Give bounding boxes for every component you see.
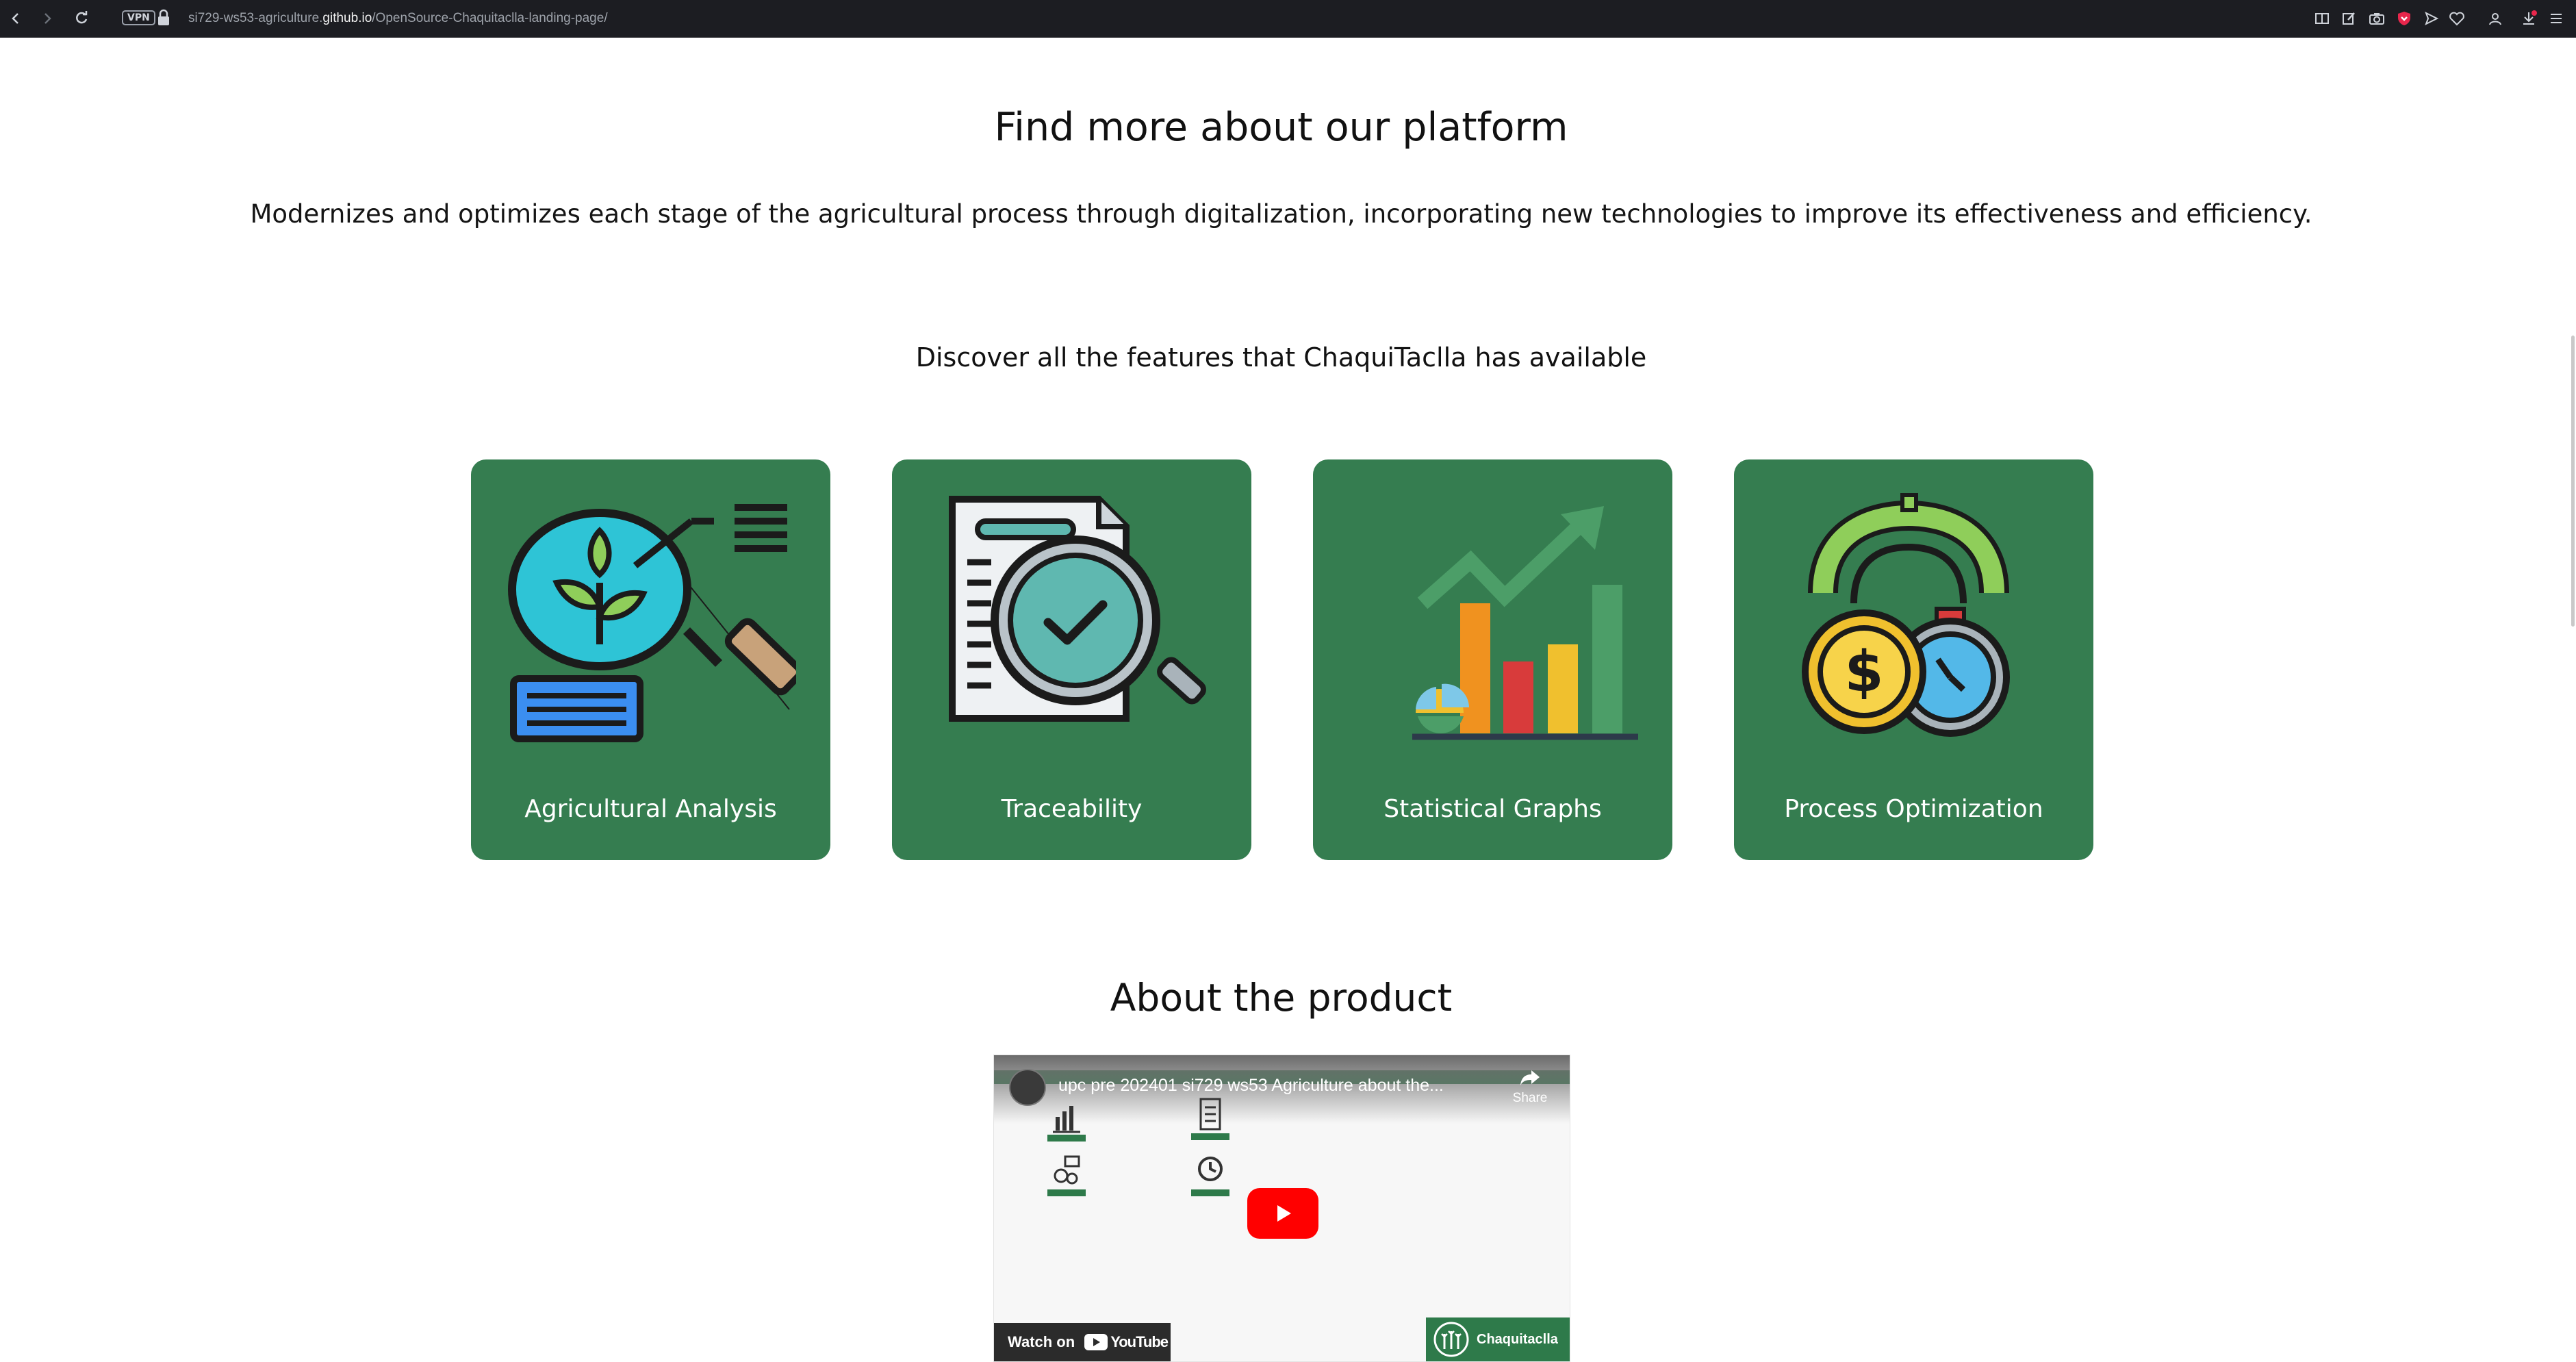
- chat-thumb-icon: [1046, 1151, 1087, 1196]
- wheat-logo-icon: [1433, 1322, 1469, 1357]
- send-icon[interactable]: [2420, 7, 2443, 30]
- url-prefix: si729-ws53-agriculture.: [188, 11, 323, 25]
- play-icon: [1277, 1205, 1291, 1222]
- browser-toolbar: VPN si729-ws53-agriculture.github.io/Ope…: [0, 0, 2576, 38]
- camera-icon[interactable]: [2365, 7, 2388, 30]
- url-path: /OpenSource-Chaquitaclla-landing-page/: [372, 11, 608, 25]
- video-title[interactable]: upc pre 202401 si729 ws53 Agriculture ab…: [1058, 1076, 1483, 1096]
- edit-icon[interactable]: [2338, 7, 2361, 30]
- page-content: Find more about our platform Modernizes …: [0, 38, 2576, 1362]
- share-button[interactable]: Share: [1509, 1068, 1551, 1106]
- address-bar[interactable]: si729-ws53-agriculture.github.io/OpenSou…: [188, 9, 608, 28]
- history-thumb-icon: [1190, 1151, 1231, 1196]
- feature-card-process-optimization[interactable]: $ Process Optimization: [1734, 459, 2093, 860]
- youtube-label: YouTube: [1110, 1333, 1169, 1350]
- url-host: github.io: [322, 11, 372, 25]
- watch-on-youtube-button[interactable]: Watch on YouTube: [994, 1323, 1171, 1361]
- share-label: Share: [1512, 1091, 1548, 1105]
- chart-thumb-icon: [1046, 1096, 1087, 1142]
- vpn-badge[interactable]: VPN: [122, 10, 155, 25]
- profile-icon[interactable]: [2484, 7, 2507, 30]
- plant-magnifier-icon: [508, 504, 796, 742]
- brand-label: Chaquitaclla: [1477, 1331, 1558, 1347]
- heart-icon[interactable]: [2445, 7, 2469, 30]
- back-icon[interactable]: [4, 7, 27, 30]
- document-magnifier-icon: [949, 496, 1206, 722]
- feature-label: Process Optimization: [1784, 795, 2043, 823]
- page-scrollbar[interactable]: [2569, 38, 2576, 1362]
- product-title: About the product: [1110, 976, 1453, 1020]
- checklist-thumb-icon: [1190, 1095, 1231, 1140]
- share-icon: [1520, 1070, 1540, 1085]
- feature-label: Statistical Graphs: [1383, 795, 1602, 823]
- platform-description: Modernizes and optimizes each stage of t…: [250, 199, 2312, 229]
- features-heading: Discover all the features that ChaquiTac…: [915, 342, 1647, 373]
- forward-icon[interactable]: [36, 7, 59, 30]
- youtube-logo-icon: [1084, 1334, 1108, 1350]
- feature-card-statistical-graphs[interactable]: Statistical Graphs: [1313, 459, 1672, 860]
- reader-icon[interactable]: [2310, 7, 2334, 30]
- shield-icon[interactable]: [2393, 7, 2416, 30]
- download-icon[interactable]: [2517, 7, 2540, 30]
- menu-icon[interactable]: [2545, 7, 2568, 30]
- channel-avatar[interactable]: [1009, 1069, 1046, 1106]
- feature-label: Traceability: [1001, 795, 1143, 823]
- bar-chart-icon: [1412, 506, 1638, 740]
- feature-card-traceability[interactable]: Traceability: [892, 459, 1251, 860]
- stopwatch-coin-icon: $: [1802, 493, 2010, 737]
- feature-card-agricultural-analysis[interactable]: Agricultural Analysis: [471, 459, 830, 860]
- lock-icon[interactable]: [156, 9, 171, 29]
- play-button[interactable]: [1247, 1188, 1318, 1239]
- platform-title: Find more about our platform: [994, 105, 1568, 150]
- video-embed[interactable]: upc pre 202401 si729 ws53 Agriculture ab…: [993, 1055, 1570, 1362]
- reload-icon[interactable]: [70, 7, 93, 30]
- scrollbar-thumb[interactable]: [2571, 336, 2575, 627]
- chaquitaclla-logo: Chaquitaclla: [1426, 1317, 1570, 1361]
- svg-text:$: $: [1844, 640, 1883, 705]
- watch-on-label: Watch on: [1008, 1333, 1075, 1350]
- feature-label: Agricultural Analysis: [524, 795, 777, 823]
